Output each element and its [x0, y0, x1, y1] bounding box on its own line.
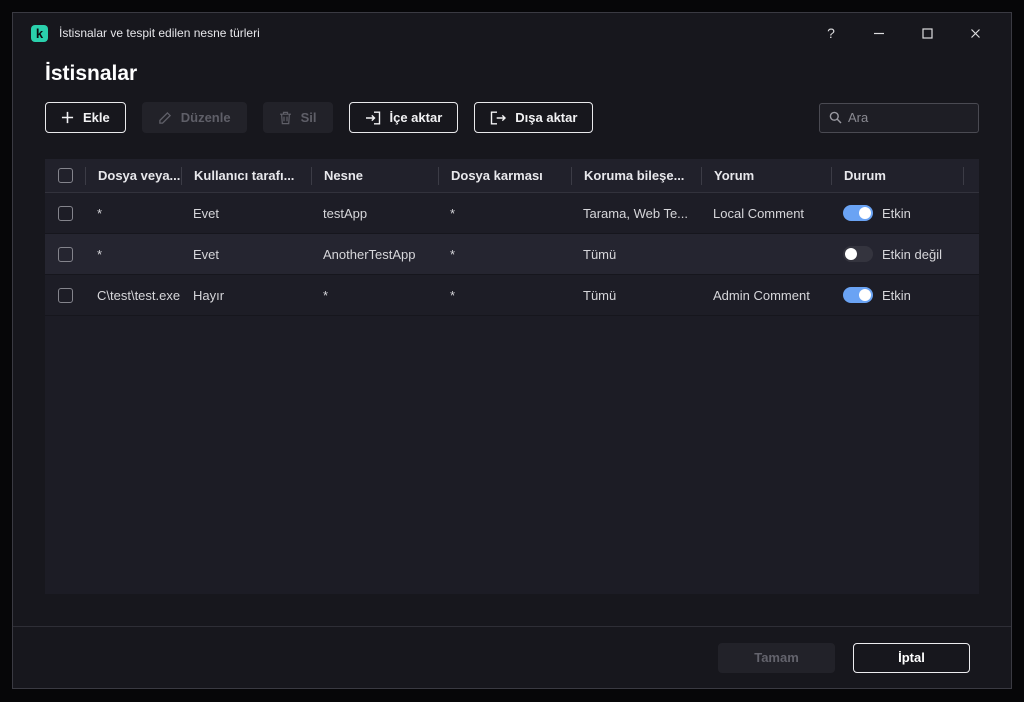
search-input[interactable] [848, 110, 969, 125]
cell-object: * [323, 287, 329, 303]
export-button-label: Dışa aktar [515, 110, 578, 125]
add-button[interactable]: Ekle [45, 102, 126, 133]
status-label: Etkin [882, 287, 911, 303]
cell-components: Tümü [583, 246, 617, 262]
cell-components: Tümü [583, 287, 617, 303]
search-box[interactable] [819, 102, 979, 133]
select-all-checkbox[interactable] [58, 168, 73, 183]
column-header-components[interactable]: Koruma bileşe... [571, 166, 701, 185]
status-label: Etkin değil [882, 246, 942, 262]
status-toggle[interactable] [843, 246, 873, 262]
cell-file: * [97, 246, 103, 262]
trash-icon [279, 111, 292, 125]
kaspersky-logo-icon: k [31, 24, 48, 42]
cell-hash: * [450, 287, 456, 303]
edit-button-label: Düzenle [180, 110, 231, 125]
column-header-extra [963, 166, 979, 185]
window-title: İstisnalar ve tespit edilen nesne türler… [59, 26, 260, 40]
ok-button[interactable]: Tamam [718, 642, 835, 673]
exclusions-table: Dosya veya... Kullanıcı tarafı... Nesne … [45, 159, 979, 594]
maximize-button[interactable] [919, 25, 935, 41]
column-header-comment[interactable]: Yorum [701, 166, 831, 185]
column-header-file[interactable]: Dosya veya... [85, 166, 181, 185]
titlebar: k İstisnalar ve tespit edilen nesne türl… [13, 13, 1011, 53]
exclusions-dialog-window: k İstisnalar ve tespit edilen nesne türl… [12, 12, 1012, 689]
cell-components: Tarama, Web Te... [583, 205, 689, 221]
cancel-button[interactable]: İptal [853, 642, 970, 673]
table-row[interactable]: C\test\test.exe Hayır * * Tümü Admin Com… [45, 275, 979, 316]
export-button[interactable]: Dışa aktar [474, 102, 594, 133]
window-controls: ? [823, 25, 983, 41]
cell-object: testApp [323, 205, 368, 221]
status-toggle[interactable] [843, 287, 873, 303]
table-row[interactable]: * Evet testApp * Tarama, Web Te... Local… [45, 193, 979, 234]
edit-button[interactable]: Düzenle [141, 102, 247, 133]
add-button-label: Ekle [83, 110, 110, 125]
status-label: Etkin [882, 205, 911, 221]
minimize-icon [873, 27, 885, 39]
toolbar: Ekle Düzenle Sil İçe aktar Dışa aktar Ar… [45, 102, 979, 133]
plus-icon [61, 111, 74, 124]
minimize-button[interactable] [871, 25, 887, 41]
maximize-icon [921, 27, 933, 39]
row-checkbox[interactable] [58, 287, 73, 303]
export-icon [490, 111, 507, 125]
row-checkbox[interactable] [58, 205, 73, 221]
content-area: İstisnalar Ekle Düzenle Sil İçe aktar Dı… [13, 53, 1011, 626]
cell-comment: Admin Comment [713, 287, 810, 303]
column-header-object[interactable]: Nesne [311, 166, 438, 185]
page-title: İstisnalar [45, 62, 138, 85]
pencil-icon [158, 111, 172, 125]
cell-object: AnotherTestApp [323, 246, 416, 262]
cell-hash: * [450, 205, 456, 221]
status-toggle[interactable] [843, 205, 873, 221]
search-icon [829, 111, 842, 124]
cell-user: Evet [193, 205, 220, 221]
cell-file: * [97, 205, 103, 221]
import-button-label: İçe aktar [389, 110, 443, 125]
column-header-status[interactable]: Durum [831, 166, 963, 185]
cell-hash: * [450, 246, 456, 262]
close-icon [970, 28, 981, 39]
column-header-hash[interactable]: Dosya karması [438, 166, 571, 185]
row-checkbox[interactable] [58, 246, 73, 262]
cell-file: C\test\test.exe [97, 287, 181, 303]
cell-user: Hayır [193, 287, 225, 303]
header-checkbox-cell [45, 168, 85, 183]
help-button[interactable]: ? [823, 25, 839, 41]
import-icon [365, 111, 381, 125]
column-header-user[interactable]: Kullanıcı tarafı... [181, 166, 311, 185]
delete-button-label: Sil [300, 110, 317, 125]
cell-user: Evet [193, 246, 220, 262]
table-row[interactable]: * Evet AnotherTestApp * Tümü Etkin değil [45, 234, 979, 275]
delete-button[interactable]: Sil [262, 102, 333, 133]
import-button[interactable]: İçe aktar [348, 102, 459, 133]
footer: Tamam İptal [13, 626, 1011, 688]
table-header-row: Dosya veya... Kullanıcı tarafı... Nesne … [45, 159, 979, 193]
close-button[interactable] [967, 25, 983, 41]
cell-comment: Local Comment [713, 205, 805, 221]
